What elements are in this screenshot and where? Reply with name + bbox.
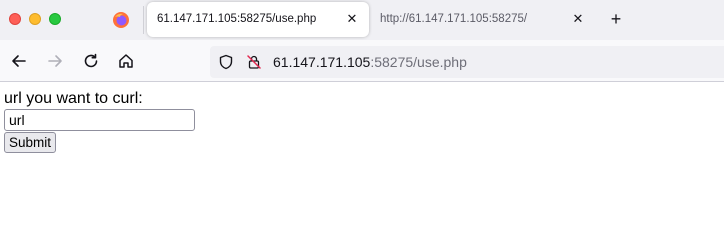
tab-title: 61.147.171.105:58275/use.php — [157, 13, 317, 25]
page-content: url you want to curl: Submit — [4, 90, 195, 153]
close-icon[interactable]: ✕ — [343, 10, 361, 28]
navigation-toolbar: 61.147.171.105:58275/use.php — [0, 40, 724, 82]
url-text[interactable]: 61.147.171.105:58275/use.php — [273, 54, 467, 70]
window-close-button[interactable] — [9, 13, 21, 25]
window-maximize-button[interactable] — [49, 13, 61, 25]
tab-title: http://61.147.171.105:58275/ — [380, 13, 528, 25]
close-icon[interactable]: ✕ — [569, 10, 587, 28]
window-minimize-button[interactable] — [29, 13, 41, 25]
url-path: :58275/use.php — [370, 54, 467, 70]
forward-icon[interactable] — [45, 51, 65, 71]
submit-button[interactable]: Submit — [4, 132, 57, 153]
reload-icon[interactable] — [81, 51, 101, 71]
firefox-icon[interactable] — [112, 11, 130, 29]
insecure-lock-icon[interactable] — [246, 54, 262, 70]
home-icon[interactable] — [116, 51, 136, 71]
plus-icon[interactable]: + — [606, 9, 626, 29]
address-bar[interactable]: 61.147.171.105:58275/use.php — [210, 46, 724, 78]
tab-bar: 61.147.171.105:58275/use.php ✕ http://61… — [0, 0, 724, 40]
url-host: 61.147.171.105 — [273, 54, 371, 70]
back-icon[interactable] — [9, 51, 29, 71]
tab-separator — [143, 6, 144, 34]
url-input[interactable] — [4, 109, 195, 131]
shield-icon[interactable] — [218, 54, 234, 70]
tab-use-php[interactable]: 61.147.171.105:58275/use.php ✕ — [147, 2, 369, 37]
url-prompt-label: url you want to curl: — [4, 90, 143, 107]
tab-root[interactable]: http://61.147.171.105:58275/ ✕ — [370, 2, 600, 37]
